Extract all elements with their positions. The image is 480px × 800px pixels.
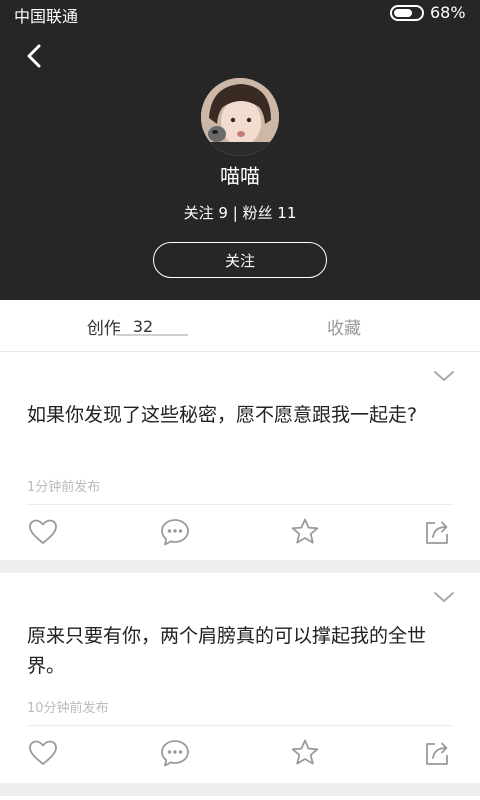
post-card: 原来只要有你，两个肩膀真的可以撑起我的全世界。 10分钟前发布 [0, 573, 480, 783]
share-button[interactable] [421, 737, 453, 769]
battery-percent: 68% [430, 3, 466, 22]
comment-icon [161, 740, 189, 767]
share-icon [426, 521, 448, 544]
back-arrow-icon [27, 44, 41, 68]
status-bar: 中国联通 68% [0, 0, 480, 26]
comment-button[interactable] [159, 516, 191, 548]
tab-active-indicator [116, 334, 188, 336]
next-card-edge [0, 796, 480, 800]
profile-stats[interactable]: 关注 9 | 粉丝 11 [0, 202, 480, 223]
chevron-down-icon[interactable] [430, 587, 458, 607]
post-time: 1分钟前发布 [27, 480, 101, 495]
follow-button[interactable]: 关注 [153, 242, 327, 278]
carrier-name: 中国联通 [14, 7, 79, 26]
star-icon [291, 739, 319, 765]
favorite-button[interactable] [289, 737, 321, 769]
avatar[interactable] [201, 78, 279, 156]
heart-icon [29, 740, 57, 765]
tab-favorites[interactable]: 收藏 [224, 300, 464, 352]
tab-creations[interactable]: 创作 32 [0, 300, 240, 352]
share-icon [426, 742, 448, 765]
heart-icon [29, 519, 57, 544]
chevron-down-icon[interactable] [430, 366, 458, 386]
post-time: 10分钟前发布 [27, 701, 109, 716]
battery-icon [390, 5, 424, 21]
divider [27, 725, 453, 726]
divider [27, 504, 453, 505]
share-button[interactable] [421, 516, 453, 548]
profile-header: 中国联通 68% 喵喵 关注 9 | 粉丝 11 关注 [0, 0, 480, 300]
like-button[interactable] [27, 516, 59, 548]
like-button[interactable] [27, 737, 59, 769]
post-card: 如果你发现了这些秘密，愿不愿意跟我一起走? 1分钟前发布 [0, 352, 480, 560]
post-text[interactable]: 原来只要有你，两个肩膀真的可以撑起我的全世界。 [27, 621, 459, 681]
back-button[interactable] [18, 38, 54, 74]
tab-creations-count: 32 [132, 316, 154, 336]
star-icon [291, 518, 319, 544]
profile-name: 喵喵 [220, 164, 260, 188]
comment-icon [161, 519, 189, 546]
post-text[interactable]: 如果你发现了这些秘密，愿不愿意跟我一起走? [27, 400, 459, 430]
content-tabs: 创作 32 收藏 [0, 300, 480, 352]
avatar-photo [201, 78, 279, 156]
favorite-button[interactable] [289, 516, 321, 548]
comment-button[interactable] [159, 737, 191, 769]
